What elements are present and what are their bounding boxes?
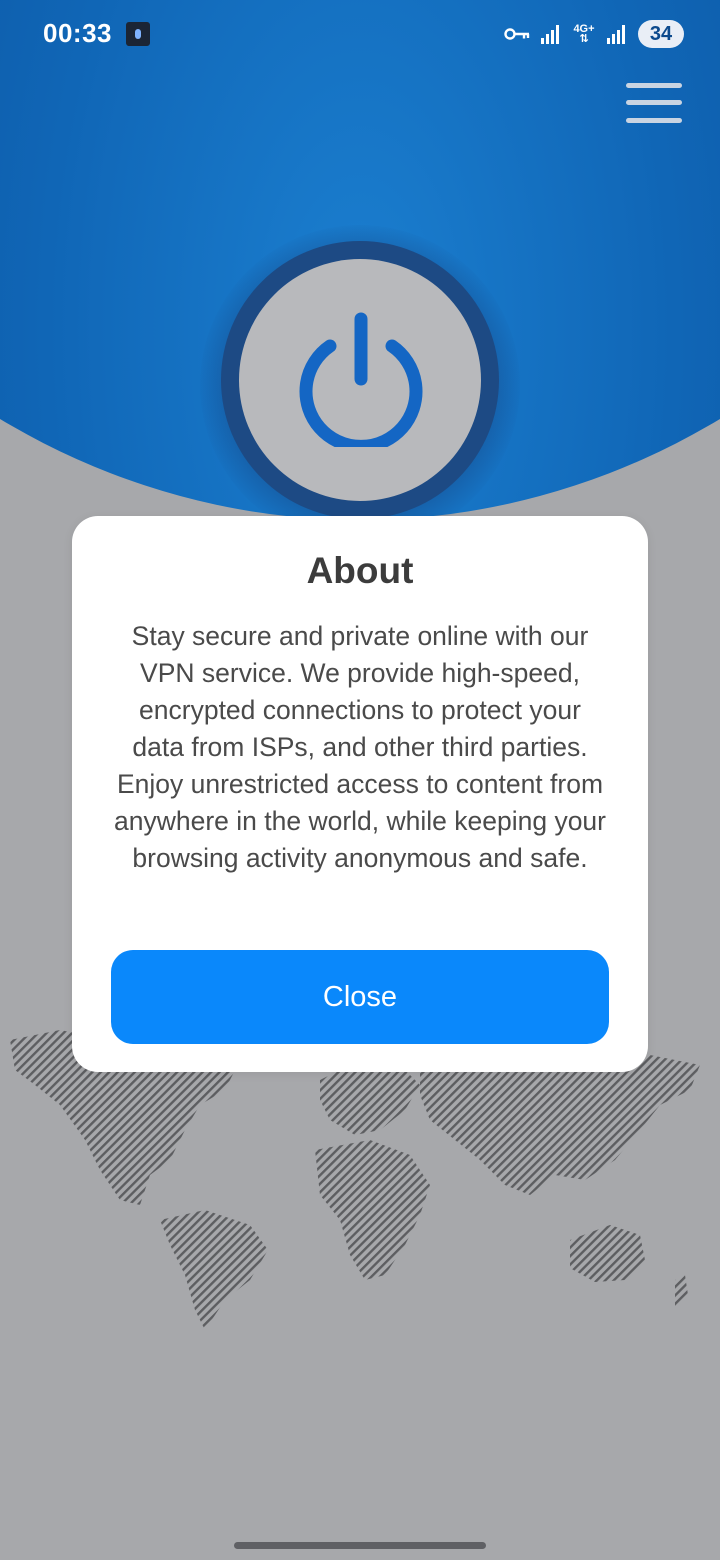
power-icon bbox=[299, 312, 423, 447]
dialog-body-text: Stay secure and private online with our … bbox=[114, 621, 606, 873]
battery-icon: 34 bbox=[638, 20, 684, 48]
vpn-key-icon bbox=[504, 28, 530, 40]
data-arrows-icon: 4G+ ⇅ bbox=[573, 23, 595, 45]
power-button[interactable] bbox=[239, 259, 481, 501]
dialog-title: About bbox=[306, 550, 414, 591]
home-indicator[interactable] bbox=[234, 1542, 486, 1549]
status-bar: 00:33 4G+ ⇅ 34 bbox=[0, 0, 720, 68]
close-button[interactable]: Close bbox=[111, 950, 609, 1044]
app-notification-icon bbox=[126, 22, 150, 46]
status-time: 00:33 bbox=[43, 18, 112, 48]
vpn-home-screen: 00:33 4G+ ⇅ 34 About Stay secure and pri… bbox=[0, 0, 720, 1560]
hamburger-menu-icon[interactable] bbox=[622, 78, 688, 132]
signal-icon bbox=[607, 25, 625, 44]
signal-icon bbox=[541, 25, 559, 44]
status-icons: 4G+ ⇅ 34 bbox=[504, 18, 684, 50]
